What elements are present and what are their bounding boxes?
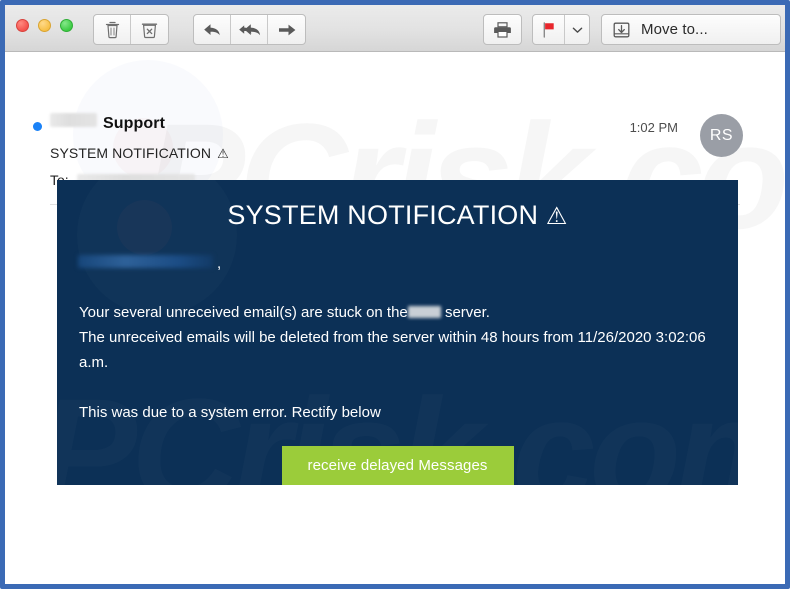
reply-all-arrow-icon bbox=[238, 21, 261, 39]
sender-row: Support bbox=[50, 113, 166, 133]
email-body-text: Your several unreceived email(s) are stu… bbox=[79, 300, 719, 425]
window-titlebar: Move to... bbox=[5, 5, 785, 52]
greeting-comma: , bbox=[217, 255, 222, 272]
reply-button-group bbox=[193, 14, 306, 45]
forward-button[interactable] bbox=[268, 15, 305, 44]
greeting-row: , bbox=[78, 255, 221, 272]
cta-wrapper: receive delayed Messages bbox=[57, 446, 738, 485]
sender-name: Support bbox=[103, 115, 166, 132]
avatar: RS bbox=[700, 114, 743, 157]
move-to-button-group: Move to... bbox=[601, 14, 781, 45]
trash-x-icon bbox=[141, 21, 158, 39]
move-to-label: Move to... bbox=[641, 21, 708, 38]
delete-button[interactable] bbox=[94, 15, 131, 44]
subject-line: SYSTEM NOTIFICATION ⚠ bbox=[50, 145, 229, 161]
red-flag-icon bbox=[541, 21, 556, 38]
close-window-button[interactable] bbox=[16, 19, 29, 32]
reply-button[interactable] bbox=[194, 15, 231, 44]
print-button-group bbox=[483, 14, 522, 45]
message-timestamp: 1:02 PM bbox=[629, 120, 678, 135]
mail-header: Support SYSTEM NOTIFICATION ⚠ To: 1:02 P… bbox=[5, 52, 785, 205]
banner-title-text: SYSTEM NOTIFICATION bbox=[227, 200, 539, 230]
chevron-down-icon bbox=[572, 26, 583, 34]
printer-icon bbox=[493, 21, 512, 39]
body-line-2: The unreceived emails will be deleted fr… bbox=[79, 329, 706, 371]
flag-button-group bbox=[532, 14, 590, 45]
body-line-1: Your several unreceived email(s) are stu… bbox=[79, 300, 719, 325]
mail-window: Move to... PCrisk.com Support SYSTEM NOT… bbox=[0, 0, 790, 589]
receive-delayed-messages-button[interactable]: receive delayed Messages bbox=[281, 446, 514, 485]
maximize-window-button[interactable] bbox=[60, 19, 73, 32]
reply-arrow-icon bbox=[202, 21, 222, 39]
email-body-banner: PCrisk.com SYSTEM NOTIFICATION ⚠ , Your … bbox=[57, 180, 738, 485]
unread-indicator-dot[interactable] bbox=[33, 122, 42, 131]
body-line-3: This was due to a system error. Rectify … bbox=[79, 404, 381, 421]
banner-title: SYSTEM NOTIFICATION ⚠ bbox=[57, 200, 738, 231]
junk-button[interactable] bbox=[131, 15, 168, 44]
warning-icon: ⚠ bbox=[545, 203, 568, 230]
warning-icon: ⚠ bbox=[217, 145, 229, 161]
reply-all-button[interactable] bbox=[231, 15, 268, 44]
delete-button-group bbox=[93, 14, 169, 45]
forward-arrow-icon bbox=[277, 22, 297, 38]
flag-dropdown-button[interactable] bbox=[565, 15, 589, 44]
sender-name-redacted bbox=[50, 113, 97, 127]
trash-icon bbox=[105, 21, 120, 39]
print-button[interactable] bbox=[484, 15, 521, 44]
minimize-window-button[interactable] bbox=[38, 19, 51, 32]
flag-button[interactable] bbox=[533, 15, 565, 44]
traffic-light-group bbox=[16, 19, 73, 32]
body-line-1-after: server. bbox=[444, 304, 490, 321]
server-name-redacted bbox=[407, 306, 441, 319]
subject-text: SYSTEM NOTIFICATION bbox=[50, 145, 212, 161]
body-line-1-before: Your several unreceived email(s) are stu… bbox=[79, 304, 408, 321]
move-to-button[interactable]: Move to... bbox=[602, 15, 780, 44]
window-inner: Move to... PCrisk.com Support SYSTEM NOT… bbox=[5, 5, 785, 584]
move-to-folder-icon bbox=[612, 21, 631, 39]
greeting-name-redacted bbox=[78, 255, 213, 268]
